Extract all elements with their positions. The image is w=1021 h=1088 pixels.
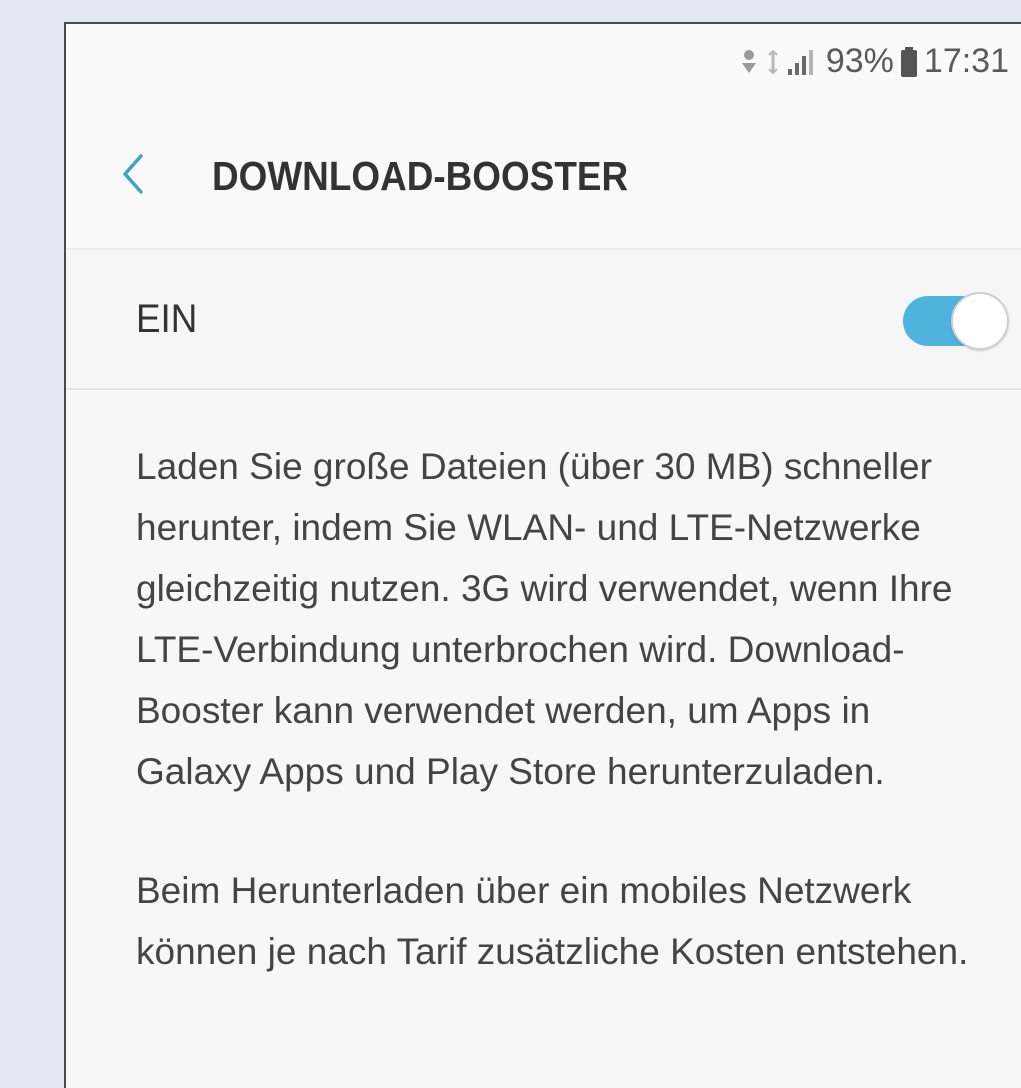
master-switch-label: EIN [136,296,198,341]
status-bar: 93% 17:31 [66,24,1021,104]
master-switch-row[interactable]: EIN [66,250,1021,390]
back-button[interactable] [66,104,208,248]
wifi-signal-icon [766,47,780,77]
cellular-signal-icon [786,47,820,77]
page-title: DOWNLOAD-BOOSTER [212,152,629,199]
settings-screen: 93% 17:31 DOWNLOAD-BOOSTER EIN Laden Sie… [64,22,1021,1088]
battery-icon [900,46,918,78]
app-bar: DOWNLOAD-BOOSTER [66,104,1021,250]
master-toggle-switch[interactable] [903,292,1009,350]
chevron-left-icon [115,150,151,203]
description-section: Laden Sie große Dateien (über 30 MB) sch… [136,414,991,982]
status-icons: 93% 17:31 [738,42,1009,81]
battery-percent: 93% [825,42,894,80]
description-paragraph-1: Laden Sie große Dateien (über 30 MB) sch… [136,446,953,792]
clock: 17:31 [923,42,1009,80]
description-paragraph-2: Beim Herunterladen über ein mobiles Netz… [136,870,969,972]
data-transfer-icon [738,47,760,77]
toggle-knob [951,292,1009,350]
